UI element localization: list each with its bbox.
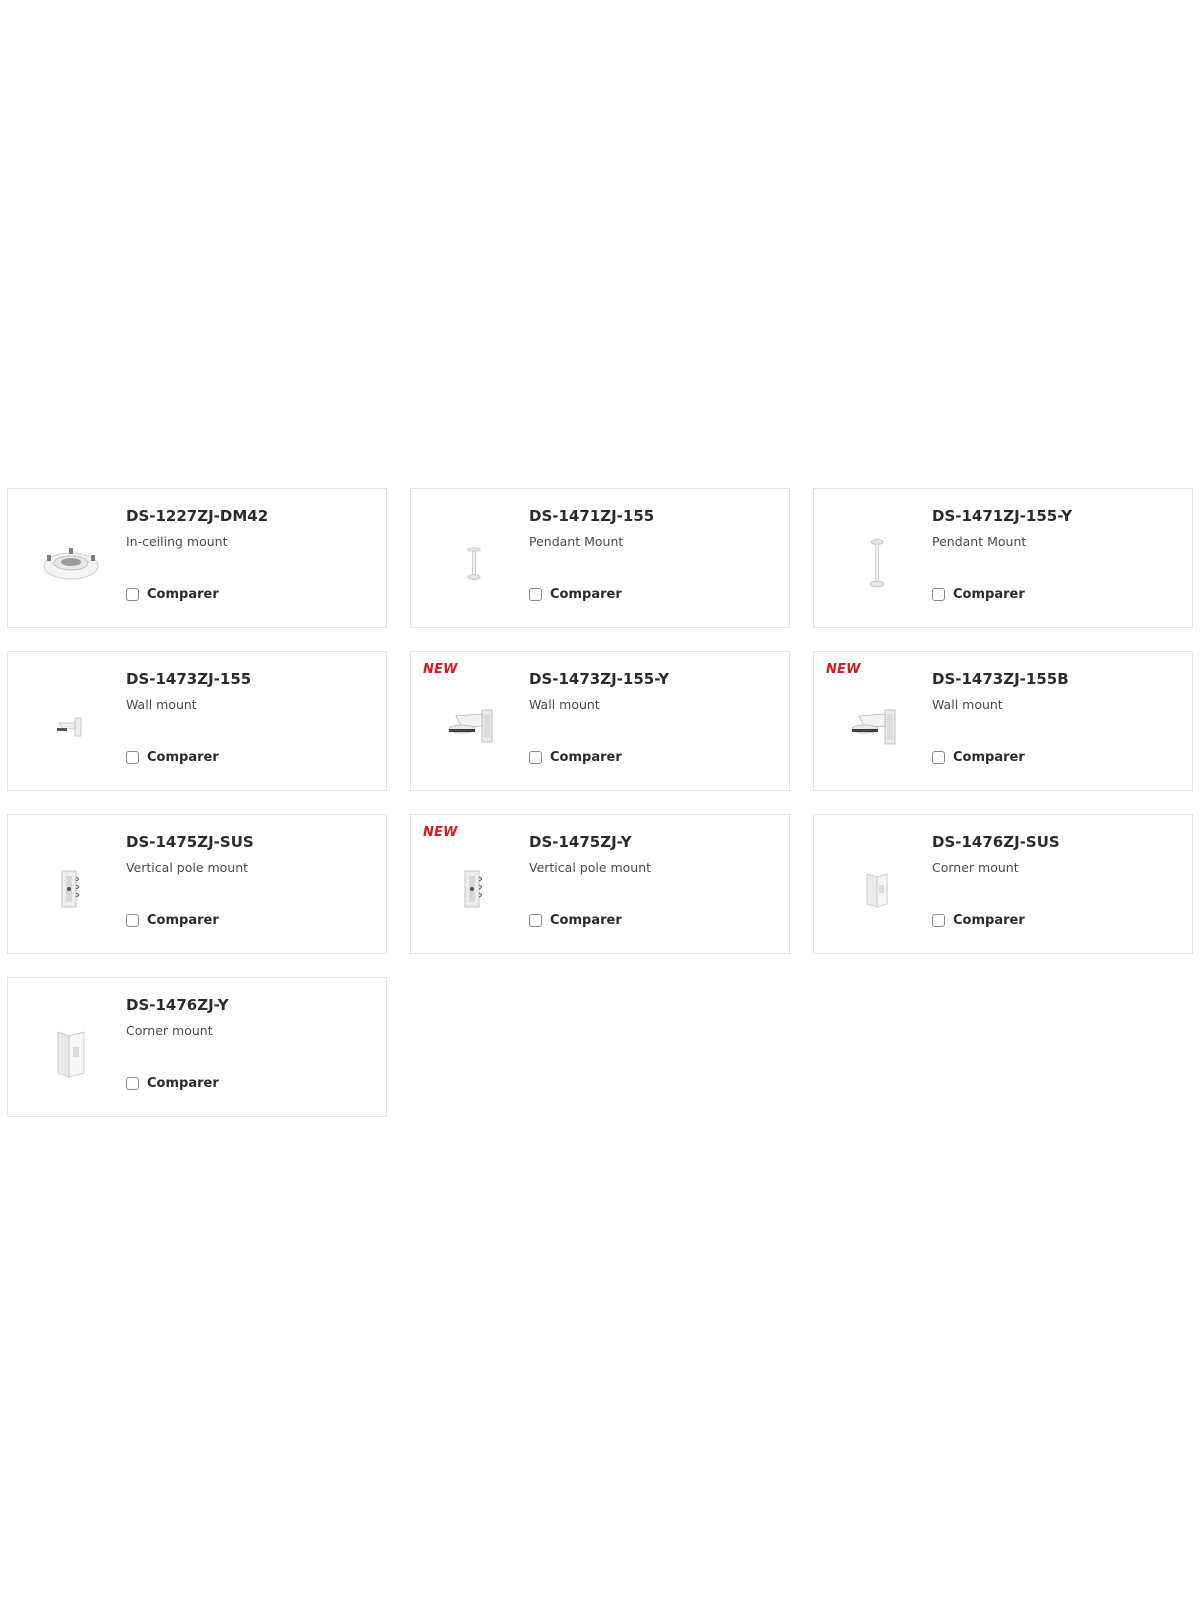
- product-model[interactable]: DS-1473ZJ-155: [126, 670, 376, 688]
- product-card[interactable]: DS-1476ZJ-Y Corner mount Comparer: [7, 977, 387, 1117]
- product-description: Vertical pole mount: [126, 860, 249, 875]
- product-image[interactable]: [429, 682, 519, 772]
- product-model[interactable]: DS-1475ZJ-SUS: [126, 833, 376, 851]
- product-description: Vertical pole mount: [529, 860, 652, 875]
- compare-checkbox[interactable]: [126, 751, 139, 764]
- compare-toggle[interactable]: Comparer: [126, 1076, 219, 1091]
- compare-checkbox[interactable]: [932, 751, 945, 764]
- product-card[interactable]: NEW DS-1473ZJ-155B Wall mount Comparer: [813, 651, 1193, 791]
- product-grid: DS-1227ZJ-DM42 In-ceiling mount Comparer…: [7, 488, 1193, 1117]
- compare-toggle[interactable]: Comparer: [932, 913, 1025, 928]
- product-description: Pendant Mount: [529, 534, 624, 549]
- wall-mount-small-icon: [57, 717, 82, 737]
- compare-toggle[interactable]: Comparer: [529, 913, 622, 928]
- compare-label: Comparer: [147, 587, 219, 602]
- in-ceiling-mount-icon: [43, 548, 99, 580]
- product-model[interactable]: DS-1476ZJ-Y: [126, 996, 376, 1014]
- product-description: Corner mount: [932, 860, 1019, 875]
- pendant-mount-tall-icon: [869, 539, 885, 588]
- product-description: Wall mount: [126, 697, 197, 712]
- product-model[interactable]: DS-1473ZJ-155B: [932, 670, 1182, 688]
- product-image[interactable]: [832, 845, 922, 935]
- product-image[interactable]: [429, 519, 519, 609]
- product-image[interactable]: [26, 1008, 116, 1098]
- product-image[interactable]: [26, 519, 116, 609]
- compare-toggle[interactable]: Comparer: [932, 750, 1025, 765]
- wall-mount-icon: [851, 709, 896, 745]
- compare-checkbox[interactable]: [126, 1077, 139, 1090]
- product-image[interactable]: [832, 519, 922, 609]
- new-badge: NEW: [826, 662, 861, 677]
- product-model[interactable]: DS-1471ZJ-155-Y: [932, 507, 1182, 525]
- product-image[interactable]: [429, 845, 519, 935]
- compare-checkbox[interactable]: [529, 751, 542, 764]
- product-card[interactable]: NEW DS-1475ZJ-Y Vertical pole mount Comp…: [410, 814, 790, 954]
- compare-checkbox[interactable]: [126, 588, 139, 601]
- compare-label: Comparer: [550, 587, 622, 602]
- product-description: Wall mount: [932, 697, 1003, 712]
- compare-checkbox[interactable]: [529, 588, 542, 601]
- compare-label: Comparer: [953, 587, 1025, 602]
- product-model[interactable]: DS-1473ZJ-155-Y: [529, 670, 779, 688]
- product-description: In-ceiling mount: [126, 534, 228, 549]
- compare-toggle[interactable]: Comparer: [529, 750, 622, 765]
- product-description: Corner mount: [126, 1023, 213, 1038]
- corner-mount-icon: [57, 1031, 85, 1078]
- compare-label: Comparer: [550, 750, 622, 765]
- compare-checkbox[interactable]: [126, 914, 139, 927]
- compare-toggle[interactable]: Comparer: [932, 587, 1025, 602]
- compare-checkbox[interactable]: [529, 914, 542, 927]
- compare-toggle[interactable]: Comparer: [126, 750, 219, 765]
- product-card[interactable]: DS-1473ZJ-155 Wall mount Comparer: [7, 651, 387, 791]
- compare-label: Comparer: [147, 913, 219, 928]
- product-card[interactable]: DS-1475ZJ-SUS Vertical pole mount Compar…: [7, 814, 387, 954]
- product-card[interactable]: DS-1471ZJ-155 Pendant Mount Comparer: [410, 488, 790, 628]
- pole-mount-icon: [464, 870, 483, 908]
- product-card[interactable]: DS-1227ZJ-DM42 In-ceiling mount Comparer: [7, 488, 387, 628]
- product-description: Wall mount: [529, 697, 600, 712]
- compare-checkbox[interactable]: [932, 588, 945, 601]
- wall-mount-icon: [448, 709, 493, 743]
- compare-label: Comparer: [550, 913, 622, 928]
- compare-label: Comparer: [147, 750, 219, 765]
- product-image[interactable]: [26, 682, 116, 772]
- product-model[interactable]: DS-1476ZJ-SUS: [932, 833, 1182, 851]
- product-model[interactable]: DS-1475ZJ-Y: [529, 833, 779, 851]
- new-badge: NEW: [423, 662, 458, 677]
- product-card[interactable]: NEW DS-1473ZJ-155-Y Wall mount Comparer: [410, 651, 790, 791]
- product-card[interactable]: DS-1471ZJ-155-Y Pendant Mount Comparer: [813, 488, 1193, 628]
- product-description: Pendant Mount: [932, 534, 1027, 549]
- compare-label: Comparer: [953, 750, 1025, 765]
- compare-checkbox[interactable]: [932, 914, 945, 927]
- compare-label: Comparer: [953, 913, 1025, 928]
- product-model[interactable]: DS-1471ZJ-155: [529, 507, 779, 525]
- product-image[interactable]: [26, 845, 116, 935]
- pole-mount-icon: [61, 870, 80, 908]
- compare-toggle[interactable]: Comparer: [529, 587, 622, 602]
- compare-toggle[interactable]: Comparer: [126, 913, 219, 928]
- product-image[interactable]: [832, 682, 922, 772]
- compare-label: Comparer: [147, 1076, 219, 1091]
- product-card[interactable]: DS-1476ZJ-SUS Corner mount Comparer: [813, 814, 1193, 954]
- new-badge: NEW: [423, 825, 458, 840]
- corner-mount-small-icon: [866, 873, 888, 908]
- compare-toggle[interactable]: Comparer: [126, 587, 219, 602]
- product-model[interactable]: DS-1227ZJ-DM42: [126, 507, 376, 525]
- pendant-mount-small-icon: [467, 547, 481, 580]
